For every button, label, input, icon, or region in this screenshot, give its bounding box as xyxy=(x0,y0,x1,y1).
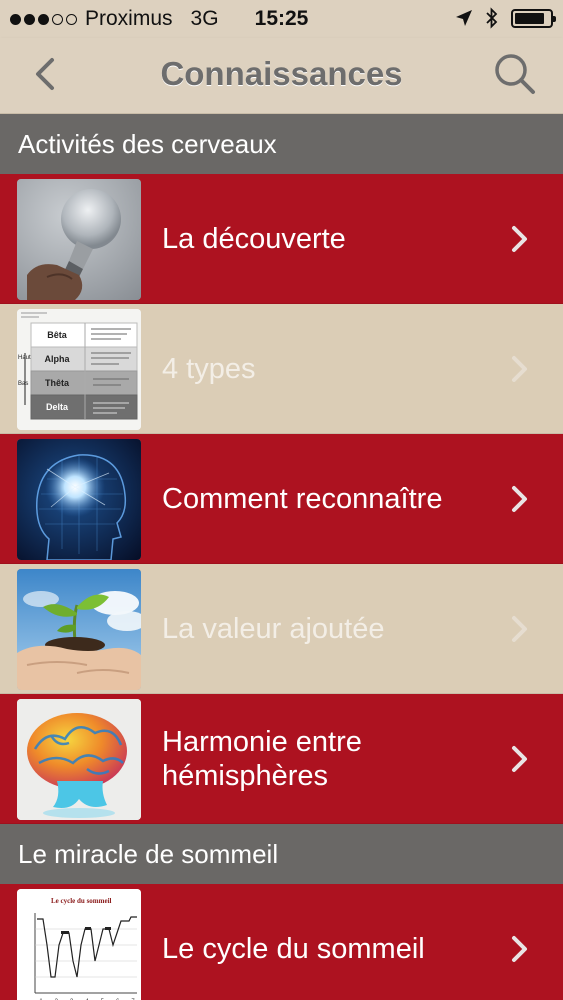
table-row-label: Delta xyxy=(46,402,69,412)
list-item-la-valeur-ajoutee[interactable]: La valeur ajoutée xyxy=(0,564,563,694)
carrier-name: Proximus xyxy=(85,7,173,30)
brainwave-table-image: Bêta Alpha Thêta Delta Haut Bas xyxy=(17,309,141,430)
chevron-right-icon xyxy=(512,746,527,772)
colorful-brain-image xyxy=(17,699,141,820)
list-item-4-types[interactable]: Bêta Alpha Thêta Delta Haut Bas 4 types xyxy=(0,304,563,434)
chevron-right-icon xyxy=(512,356,527,382)
lightbulb-image xyxy=(17,179,141,300)
location-arrow-icon xyxy=(456,10,472,26)
chevron-right-icon xyxy=(512,616,527,642)
sleep-chart-title: Le cycle du sommeil xyxy=(51,897,112,905)
page-title: Connaissances xyxy=(160,55,403,92)
list-item-label: 4 types xyxy=(162,353,256,385)
list-item-label: La découverte xyxy=(162,223,346,255)
status-bar: Proximus 3G 15:25 xyxy=(0,0,563,38)
status-right xyxy=(455,7,556,29)
signal-strength-icon xyxy=(10,13,77,25)
list-item-comment-reconnaitre[interactable]: Comment reconnaître xyxy=(0,434,563,564)
section-header: Le miracle de sommeil xyxy=(0,824,563,884)
table-row-label: Thêta xyxy=(45,378,70,388)
list-item-label: Harmonie entre hémisphères xyxy=(162,726,362,792)
battery-level xyxy=(515,12,544,24)
search-icon[interactable] xyxy=(493,52,537,96)
table-side-label: Bas xyxy=(18,381,28,387)
status-left: Proximus 3G xyxy=(10,7,219,31)
sleep-cycle-chart-image: Le cycle du sommeil 1234567 xyxy=(17,889,141,1000)
knowledge-list: Activités des cerveaux La découverte Bêt… xyxy=(0,114,563,1000)
list-item-le-cycle-du-sommeil[interactable]: Le cycle du sommeil 1234567 Le cycle du … xyxy=(0,884,563,1000)
glowing-head-image xyxy=(17,439,141,560)
bluetooth-icon xyxy=(486,7,498,29)
section-header: Activités des cerveaux xyxy=(0,114,563,174)
chevron-right-icon xyxy=(512,936,527,962)
network-type: 3G xyxy=(190,7,219,30)
list-item-harmonie-entre-hemispheres[interactable]: Harmonie entre hémisphères xyxy=(0,694,563,824)
chevron-right-icon xyxy=(512,486,527,512)
chevron-right-icon xyxy=(512,226,527,252)
list-item-la-decouverte[interactable]: La découverte xyxy=(0,174,563,304)
table-row-label: Alpha xyxy=(44,354,70,364)
battery-icon xyxy=(511,8,556,28)
table-row-label: Bêta xyxy=(47,330,68,340)
list-item-label: Le cycle du sommeil xyxy=(162,933,425,965)
plant-in-hands-image xyxy=(17,569,141,690)
list-item-label: Comment reconnaître xyxy=(162,483,443,515)
list-item-label: La valeur ajoutée xyxy=(162,613,385,645)
navigation-bar: Connaissances xyxy=(0,38,563,114)
